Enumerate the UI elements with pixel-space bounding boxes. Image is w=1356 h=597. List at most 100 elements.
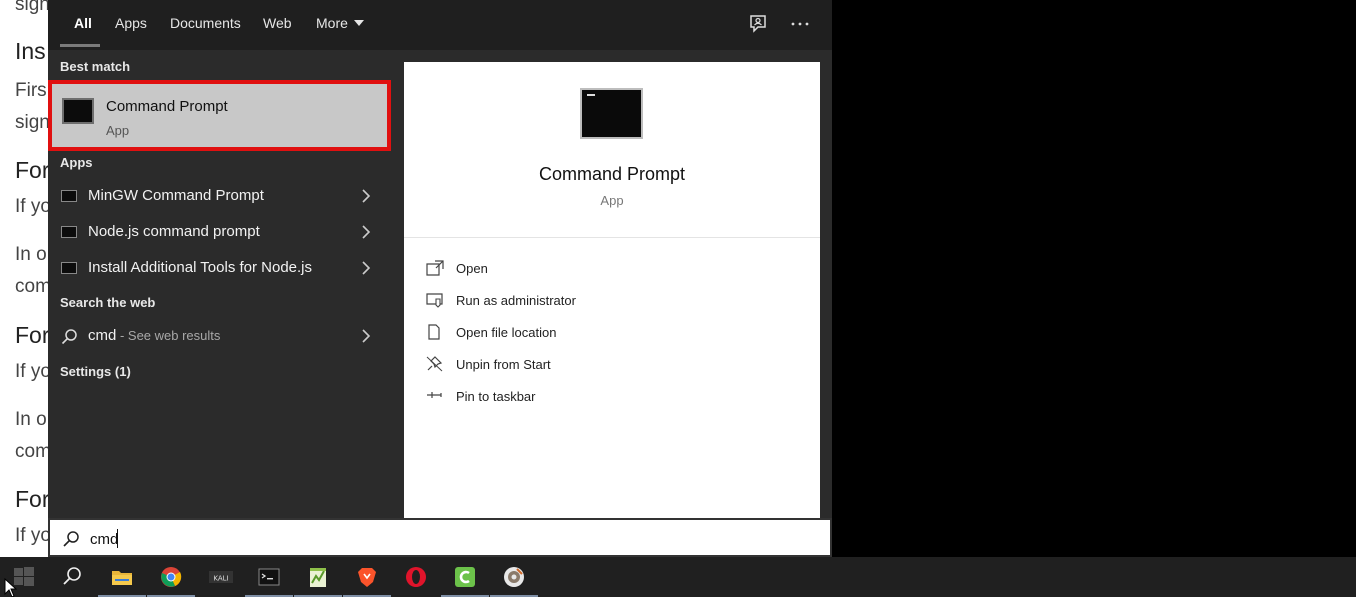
taskbar-chrome[interactable] xyxy=(147,557,195,597)
start-search-panel: All Apps Documents Web More Best match C… xyxy=(48,0,832,557)
best-match-type: App xyxy=(106,123,130,138)
active-tab-indicator xyxy=(60,44,100,47)
web-result-query: cmd xyxy=(88,327,117,344)
opera-icon xyxy=(406,567,426,587)
file-location-icon xyxy=(428,324,440,340)
action-open[interactable]: Open xyxy=(426,258,786,280)
settings-heading[interactable]: Settings (1) xyxy=(60,364,131,379)
chevron-down-icon xyxy=(353,20,364,26)
app-result-install-tools[interactable]: Install Additional Tools for Node.js xyxy=(48,250,391,286)
terminal-icon xyxy=(61,190,77,202)
pin-taskbar-icon xyxy=(427,392,442,398)
notepad-icon xyxy=(310,568,326,587)
chevron-right-icon[interactable] xyxy=(359,261,373,275)
web-result-suffix: - See web results xyxy=(116,328,221,343)
app-result-label: Node.js command prompt xyxy=(88,223,260,240)
taskbar-kali[interactable]: KALI xyxy=(196,557,244,597)
preview-title: Command Prompt xyxy=(538,164,686,184)
more-options-icon[interactable] xyxy=(788,12,812,36)
command-prompt-large-icon xyxy=(580,88,643,139)
background-document: sign Ins Firs sign For If yo In o com Fo… xyxy=(0,0,48,557)
kali-icon: KALI xyxy=(209,571,233,583)
taskbar-camtasia[interactable] xyxy=(441,557,489,597)
taskbar-media-player[interactable] xyxy=(490,557,538,597)
search-icon xyxy=(63,531,79,547)
search-filter-bar: All Apps Documents Web More xyxy=(48,0,832,50)
doc-line: If yo xyxy=(15,525,48,546)
best-match-title: Command Prompt xyxy=(106,98,228,115)
svg-text:KALI: KALI xyxy=(213,575,228,583)
taskbar-notepad-plus-plus[interactable] xyxy=(294,557,342,597)
tab-more-label: More xyxy=(316,15,348,31)
terminal-icon xyxy=(258,568,280,586)
mouse-pointer-icon xyxy=(4,578,18,597)
desktop-screen: sign Ins Firs sign For If yo In o com Fo… xyxy=(0,0,1356,597)
action-run-as-admin[interactable]: Run as administrator xyxy=(426,290,786,312)
terminal-icon xyxy=(61,262,77,274)
action-pin-to-taskbar-label: Pin to taskbar xyxy=(456,389,536,404)
web-result-cmd[interactable]: cmd - See web results xyxy=(48,318,391,354)
action-open-label: Open xyxy=(456,261,488,276)
doc-line: In o xyxy=(15,244,47,265)
best-match-command-prompt[interactable]: Command Prompt App xyxy=(48,80,391,151)
feedback-icon[interactable] xyxy=(746,12,770,36)
chrome-icon xyxy=(161,567,182,587)
doc-line: If yo xyxy=(15,361,48,382)
search-icon xyxy=(61,329,77,345)
action-run-as-admin-label: Run as administrator xyxy=(456,293,576,308)
doc-line: com xyxy=(15,441,48,462)
app-result-mingw[interactable]: MinGW Command Prompt xyxy=(48,178,391,214)
doc-heading: Ins xyxy=(15,38,46,64)
app-result-label: MinGW Command Prompt xyxy=(88,187,264,204)
brave-icon xyxy=(358,568,376,587)
preview-header: Command Prompt App xyxy=(404,62,820,238)
search-input-value: cmd xyxy=(90,531,119,548)
taskbar-opera[interactable] xyxy=(392,557,440,597)
action-open-file-location-label: Open file location xyxy=(456,325,557,340)
tab-apps[interactable]: Apps xyxy=(113,0,149,50)
action-unpin-from-start[interactable]: Unpin from Start xyxy=(426,354,786,376)
doc-line: com xyxy=(15,276,48,297)
doc-heading: For xyxy=(15,486,48,512)
app-result-label: Install Additional Tools for Node.js xyxy=(88,259,313,276)
doc-line: sign xyxy=(15,0,48,15)
folder-icon xyxy=(112,571,132,585)
web-result-label: cmd - See web results xyxy=(88,327,220,344)
action-unpin-from-start-label: Unpin from Start xyxy=(456,357,551,372)
doc-line: sign xyxy=(15,112,48,133)
chevron-right-icon[interactable] xyxy=(359,329,373,343)
chevron-right-icon[interactable] xyxy=(359,225,373,239)
camtasia-icon xyxy=(455,567,475,587)
run-as-admin-icon xyxy=(426,293,443,308)
desktop-background xyxy=(832,0,1356,557)
best-match-heading: Best match xyxy=(60,59,131,74)
tab-documents[interactable]: Documents xyxy=(168,0,243,50)
doc-heading: For xyxy=(15,322,48,348)
taskbar-search-button[interactable] xyxy=(48,557,96,597)
doc-line: In o xyxy=(15,409,47,430)
tab-more[interactable]: More xyxy=(314,0,366,50)
preview-pane: Command Prompt App Open Run as administr… xyxy=(404,62,820,518)
taskbar-file-explorer[interactable] xyxy=(98,557,146,597)
unpin-icon xyxy=(426,356,443,372)
apps-heading: Apps xyxy=(60,155,93,170)
taskbar-brave[interactable] xyxy=(343,557,391,597)
search-input[interactable]: cmd xyxy=(48,518,832,557)
command-prompt-icon xyxy=(62,98,94,124)
search-icon xyxy=(63,567,81,585)
app-result-nodejs[interactable]: Node.js command prompt xyxy=(48,214,391,250)
action-pin-to-taskbar[interactable]: Pin to taskbar xyxy=(426,386,786,408)
tab-all[interactable]: All xyxy=(72,0,94,50)
text-cursor xyxy=(117,529,118,548)
taskbar: KALI xyxy=(0,557,1356,597)
doc-line: Firs xyxy=(15,80,47,101)
action-open-file-location[interactable]: Open file location xyxy=(426,322,786,344)
taskbar-terminal[interactable] xyxy=(245,557,293,597)
preview-type: App xyxy=(600,193,624,208)
terminal-icon xyxy=(61,226,77,238)
tab-web[interactable]: Web xyxy=(261,0,294,50)
media-player-icon xyxy=(504,567,524,587)
chevron-right-icon[interactable] xyxy=(359,189,373,203)
search-web-heading: Search the web xyxy=(60,295,156,310)
open-icon xyxy=(426,260,444,276)
